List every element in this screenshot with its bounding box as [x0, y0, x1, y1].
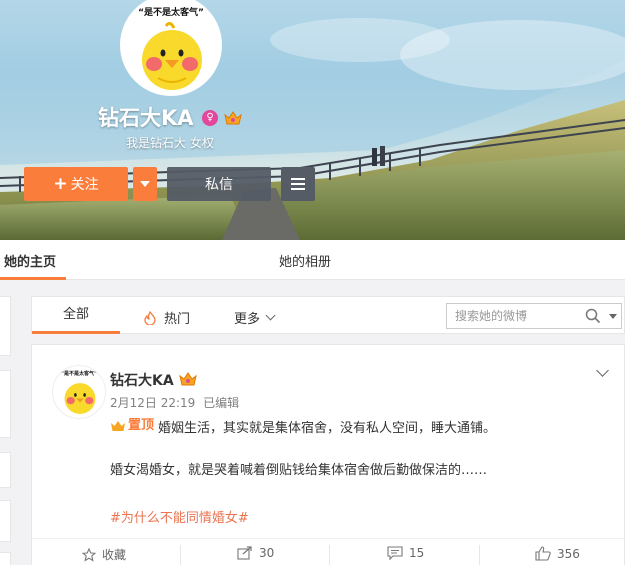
like-button[interactable]: 356 [535, 546, 580, 561]
chick-avatar-icon [142, 22, 202, 90]
post-action-bar: 收藏 30 15 356 [32, 538, 625, 565]
post-text-1: 婚姻生活，其实就是集体宿舍，没有私人空间，睡大通铺。 [158, 421, 497, 436]
filter-more[interactable]: 更多 [234, 308, 276, 327]
caret-down-icon [140, 181, 150, 187]
favorite-label: 收藏 [102, 548, 127, 562]
profile-nickname: 钻石大KA [98, 106, 194, 130]
comment-icon [387, 546, 403, 560]
follow-button[interactable]: + 关注 [24, 167, 128, 201]
repost-button[interactable]: 30 [237, 546, 274, 560]
chick-avatar-icon [64, 383, 96, 414]
follow-label: 关注 [70, 177, 99, 193]
filter-hot-label: 热门 [164, 312, 191, 327]
left-sidebar-card [0, 370, 11, 438]
profile-intro: 我是钻石大 女权 [126, 136, 214, 150]
tab-album[interactable]: 她的相册 [279, 251, 331, 270]
crown-badge-icon[interactable] [224, 111, 242, 125]
follow-options-button[interactable] [133, 167, 157, 201]
cover-landscape-image [0, 0, 625, 240]
thumbs-up-icon [535, 546, 551, 561]
filter-all[interactable]: 全部 [32, 297, 120, 334]
message-button[interactable]: 私信 [167, 167, 271, 201]
post-text-line-2: 婚女渴婚女，就是哭着喊着倒贴钱给集体宿舍做后勤做保洁的…… [110, 463, 488, 478]
repost-icon [237, 546, 252, 560]
left-sidebar-card [0, 452, 11, 488]
like-count: 356 [557, 546, 580, 561]
search-icon[interactable] [585, 308, 601, 324]
feed-filter-bar: 全部 热门 更多 [31, 296, 625, 334]
hamburger-icon [291, 178, 305, 180]
star-icon [82, 547, 96, 562]
post-edited-tag[interactable]: 已编辑 [203, 396, 239, 410]
vip-badge-icon[interactable]: ♀ [202, 110, 218, 126]
message-label: 私信 [205, 177, 233, 193]
search-input[interactable] [447, 304, 577, 328]
post-author-name[interactable]: 钻石大KA [110, 370, 174, 390]
repost-count: 30 [259, 546, 275, 560]
tab-home[interactable]: 她的主页 [4, 251, 56, 270]
post-card: “是不是太客气” 钻石大KA 2月12日 22:19 已编辑 置顶 婚姻生活，其… [31, 344, 625, 565]
filter-hot[interactable]: 热门 [144, 308, 190, 327]
pinned-badge: 置顶 [110, 416, 154, 436]
comment-count: 15 [409, 546, 425, 560]
post-meta: 2月12日 22:19 已编辑 [110, 394, 239, 411]
avatar-caption: “是不是太客气” [138, 8, 204, 18]
post-date[interactable]: 2月12日 22:19 [110, 396, 195, 410]
left-sidebar-card [0, 500, 11, 542]
post-options-chevron-icon[interactable] [596, 364, 609, 377]
active-filter-indicator [32, 331, 120, 334]
more-menu-button[interactable] [281, 167, 315, 201]
left-sidebar-card [0, 296, 11, 356]
pinned-label: 置顶 [128, 418, 155, 433]
crown-badge-icon[interactable] [179, 372, 197, 386]
profile-search-box [446, 303, 622, 329]
comment-button[interactable]: 15 [387, 546, 424, 560]
filter-more-label: 更多 [234, 312, 261, 327]
active-tab-indicator [0, 277, 66, 280]
post-topic-link[interactable]: #为什么不能同情婚女# [110, 507, 249, 526]
favorite-button[interactable]: 收藏 [82, 546, 126, 563]
post-text-line-1: 置顶 婚姻生活，其实就是集体宿舍，没有私人空间，睡大通铺。 [110, 416, 610, 439]
chevron-down-icon [265, 310, 276, 321]
crown-pin-icon [111, 421, 125, 431]
plus-icon: + [53, 174, 68, 194]
profile-tab-bar: 她的主页 她的相册 [0, 240, 625, 280]
post-author-avatar[interactable]: “是不是太客气” [52, 365, 106, 419]
left-sidebar-card [0, 552, 11, 565]
avatar-caption: “是不是太客气” [60, 371, 98, 377]
flame-icon [144, 310, 156, 325]
profile-cover: “是不是太客气” 钻石大KA ♀ 我是钻石大 女权 + 关注 私信 [0, 0, 625, 240]
search-options-caret-icon[interactable] [609, 314, 617, 319]
